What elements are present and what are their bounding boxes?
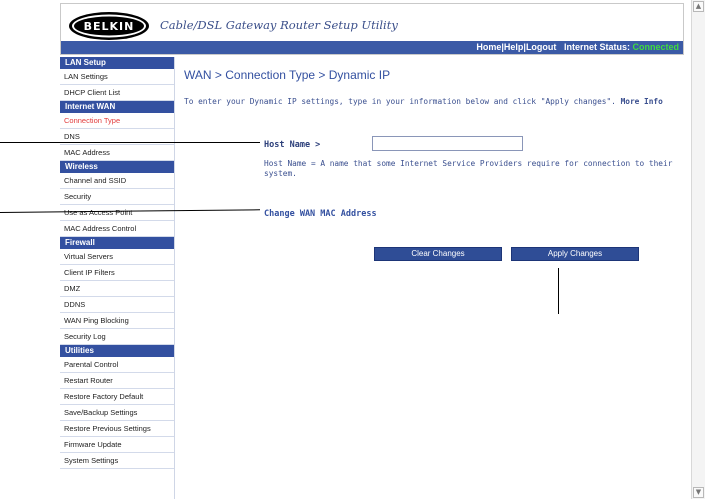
sidebar-item-system-settings[interactable]: System Settings [60,453,174,469]
sidebar-item-access-point[interactable]: Use as Access Point [60,205,174,221]
sidebar-section-lan-setup[interactable]: LAN Setup [60,57,174,69]
logo-text: BELKIN [84,20,135,33]
intro-sentence: To enter your Dynamic IP settings, type … [184,97,616,106]
callout-line-host-name [0,142,260,143]
sidebar-item-security[interactable]: Security [60,189,174,205]
sidebar-section-utilities[interactable]: Utilities [60,345,174,357]
sidebar-item-restore-factory-default[interactable]: Restore Factory Default [60,389,174,405]
sidebar-item-client-ip-filters[interactable]: Client IP Filters [60,265,174,281]
internet-status-value: Connected [632,42,679,52]
callout-line-apply [558,268,559,314]
home-link[interactable]: Home [476,42,501,52]
belkin-logo: BELKIN [69,12,149,40]
clear-changes-button[interactable]: Clear Changes [374,247,502,261]
app-title: Cable/DSL Gateway Router Setup Utility [160,18,398,32]
sidebar-item-restart-router[interactable]: Restart Router [60,373,174,389]
sidebar-item-virtual-servers[interactable]: Virtual Servers [60,249,174,265]
apply-changes-button[interactable]: Apply Changes [511,247,639,261]
sidebar-item-mac-address-control[interactable]: MAC Address Control [60,221,174,237]
sidebar-item-wan-ping-blocking[interactable]: WAN Ping Blocking [60,313,174,329]
host-name-label: Host Name > [264,140,321,150]
sidebar-item-ddns[interactable]: DDNS [60,297,174,313]
sidebar-item-security-log[interactable]: Security Log [60,329,174,345]
page-title: WAN > Connection Type > Dynamic IP [184,68,391,82]
logout-link[interactable]: Logout [526,42,557,52]
sidebar-item-lan-settings[interactable]: LAN Settings [60,69,174,85]
sidebar-section-wireless[interactable]: Wireless [60,161,174,173]
sidebar-item-dhcp-client-list[interactable]: DHCP Client List [60,85,174,101]
vertical-scrollbar[interactable]: ▲ ▼ [691,0,705,499]
sidebar-item-save-backup-settings[interactable]: Save/Backup Settings [60,405,174,421]
sidebar-item-firmware-update[interactable]: Firmware Update [60,437,174,453]
sidebar-item-connection-type[interactable]: Connection Type [60,113,174,129]
sidebar-item-channel-ssid[interactable]: Channel and SSID [60,173,174,189]
header-banner: BELKIN Cable/DSL Gateway Router Setup Ut… [60,3,684,55]
scroll-up-icon[interactable]: ▲ [693,1,704,12]
internet-status-label: Internet Status: [563,42,630,52]
more-info-link[interactable]: More Info [621,97,663,106]
help-link[interactable]: Help [504,42,524,52]
main-content: WAN > Connection Type > Dynamic IP To en… [176,57,686,497]
sidebar: LAN Setup LAN Settings DHCP Client List … [60,57,175,499]
host-name-description: Host Name = A name that some Internet Se… [264,159,673,178]
sidebar-item-dmz[interactable]: DMZ [60,281,174,297]
intro-text: To enter your Dynamic IP settings, type … [184,97,674,107]
sidebar-item-mac-address[interactable]: MAC Address [60,145,174,161]
sidebar-item-restore-previous-settings[interactable]: Restore Previous Settings [60,421,174,437]
host-name-input[interactable] [372,136,523,151]
scroll-down-icon[interactable]: ▼ [693,487,704,498]
sidebar-item-parental-control[interactable]: Parental Control [60,357,174,373]
sidebar-section-firewall[interactable]: Firewall [60,237,174,249]
sidebar-section-internet-wan[interactable]: Internet WAN [60,101,174,113]
change-wan-mac-link[interactable]: Change WAN MAC Address [264,209,377,219]
top-nav-bar: Home|Help|Logout Internet Status: Connec… [61,41,683,54]
